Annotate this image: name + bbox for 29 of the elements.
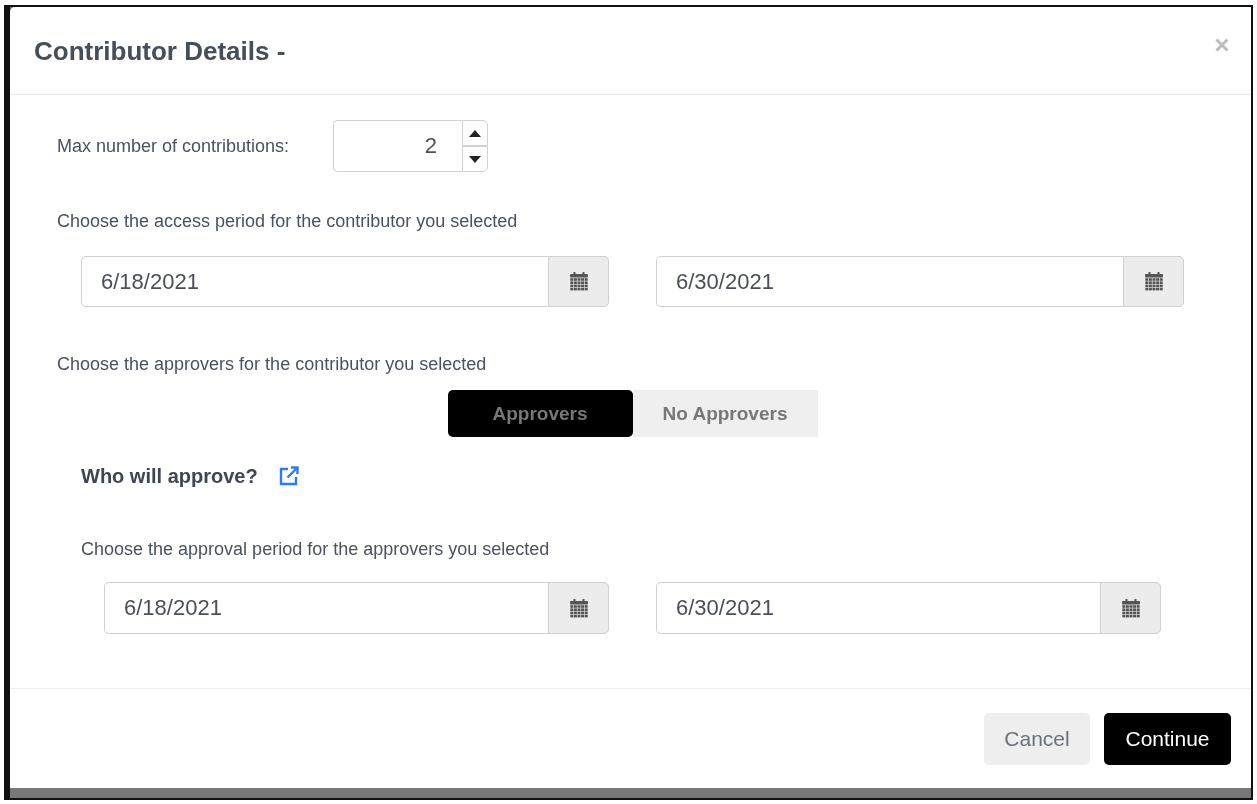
field-label: Max number of contributions:	[57, 135, 291, 157]
calendar-button[interactable]	[548, 582, 609, 634]
caret-up-icon	[469, 129, 481, 137]
calendar-icon	[1121, 598, 1140, 618]
continue-button[interactable]: Continue	[1104, 712, 1231, 765]
number-input[interactable]: 2	[333, 120, 462, 172]
date-input[interactable]: 6/30/2021	[656, 582, 1100, 634]
decrement-button[interactable]	[462, 146, 488, 172]
date-input[interactable]: 6/18/2021	[81, 256, 548, 307]
close-icon	[1215, 37, 1229, 52]
cancel-button[interactable]: Cancel	[984, 712, 1090, 765]
section-label: Choose the approval period for the approvers you selected	[81, 538, 551, 560]
date-input[interactable]: 6/30/2021	[656, 256, 1123, 307]
date-input[interactable]: 6/18/2021	[104, 582, 548, 634]
section-label: Choose the access period for the contributor you selected	[57, 210, 519, 232]
calendar-button[interactable]	[1100, 582, 1161, 634]
increment-button[interactable]	[462, 120, 488, 146]
section-label: Choose the approvers for the contributor you selected	[57, 353, 488, 375]
external-link-icon[interactable]	[278, 466, 299, 486]
calendar-icon	[569, 598, 588, 618]
calendar-icon	[569, 272, 588, 291]
toggle-option[interactable]: Approvers	[447, 390, 633, 437]
section-heading: Who will approve?	[81, 464, 258, 488]
calendar-button[interactable]	[548, 256, 609, 307]
calendar-icon	[1144, 272, 1163, 291]
dialog-title: Contributor Details -	[34, 35, 286, 66]
caret-down-icon	[469, 155, 481, 163]
toggle-option[interactable]: No Approvers	[632, 390, 818, 437]
calendar-button[interactable]	[1123, 256, 1184, 307]
